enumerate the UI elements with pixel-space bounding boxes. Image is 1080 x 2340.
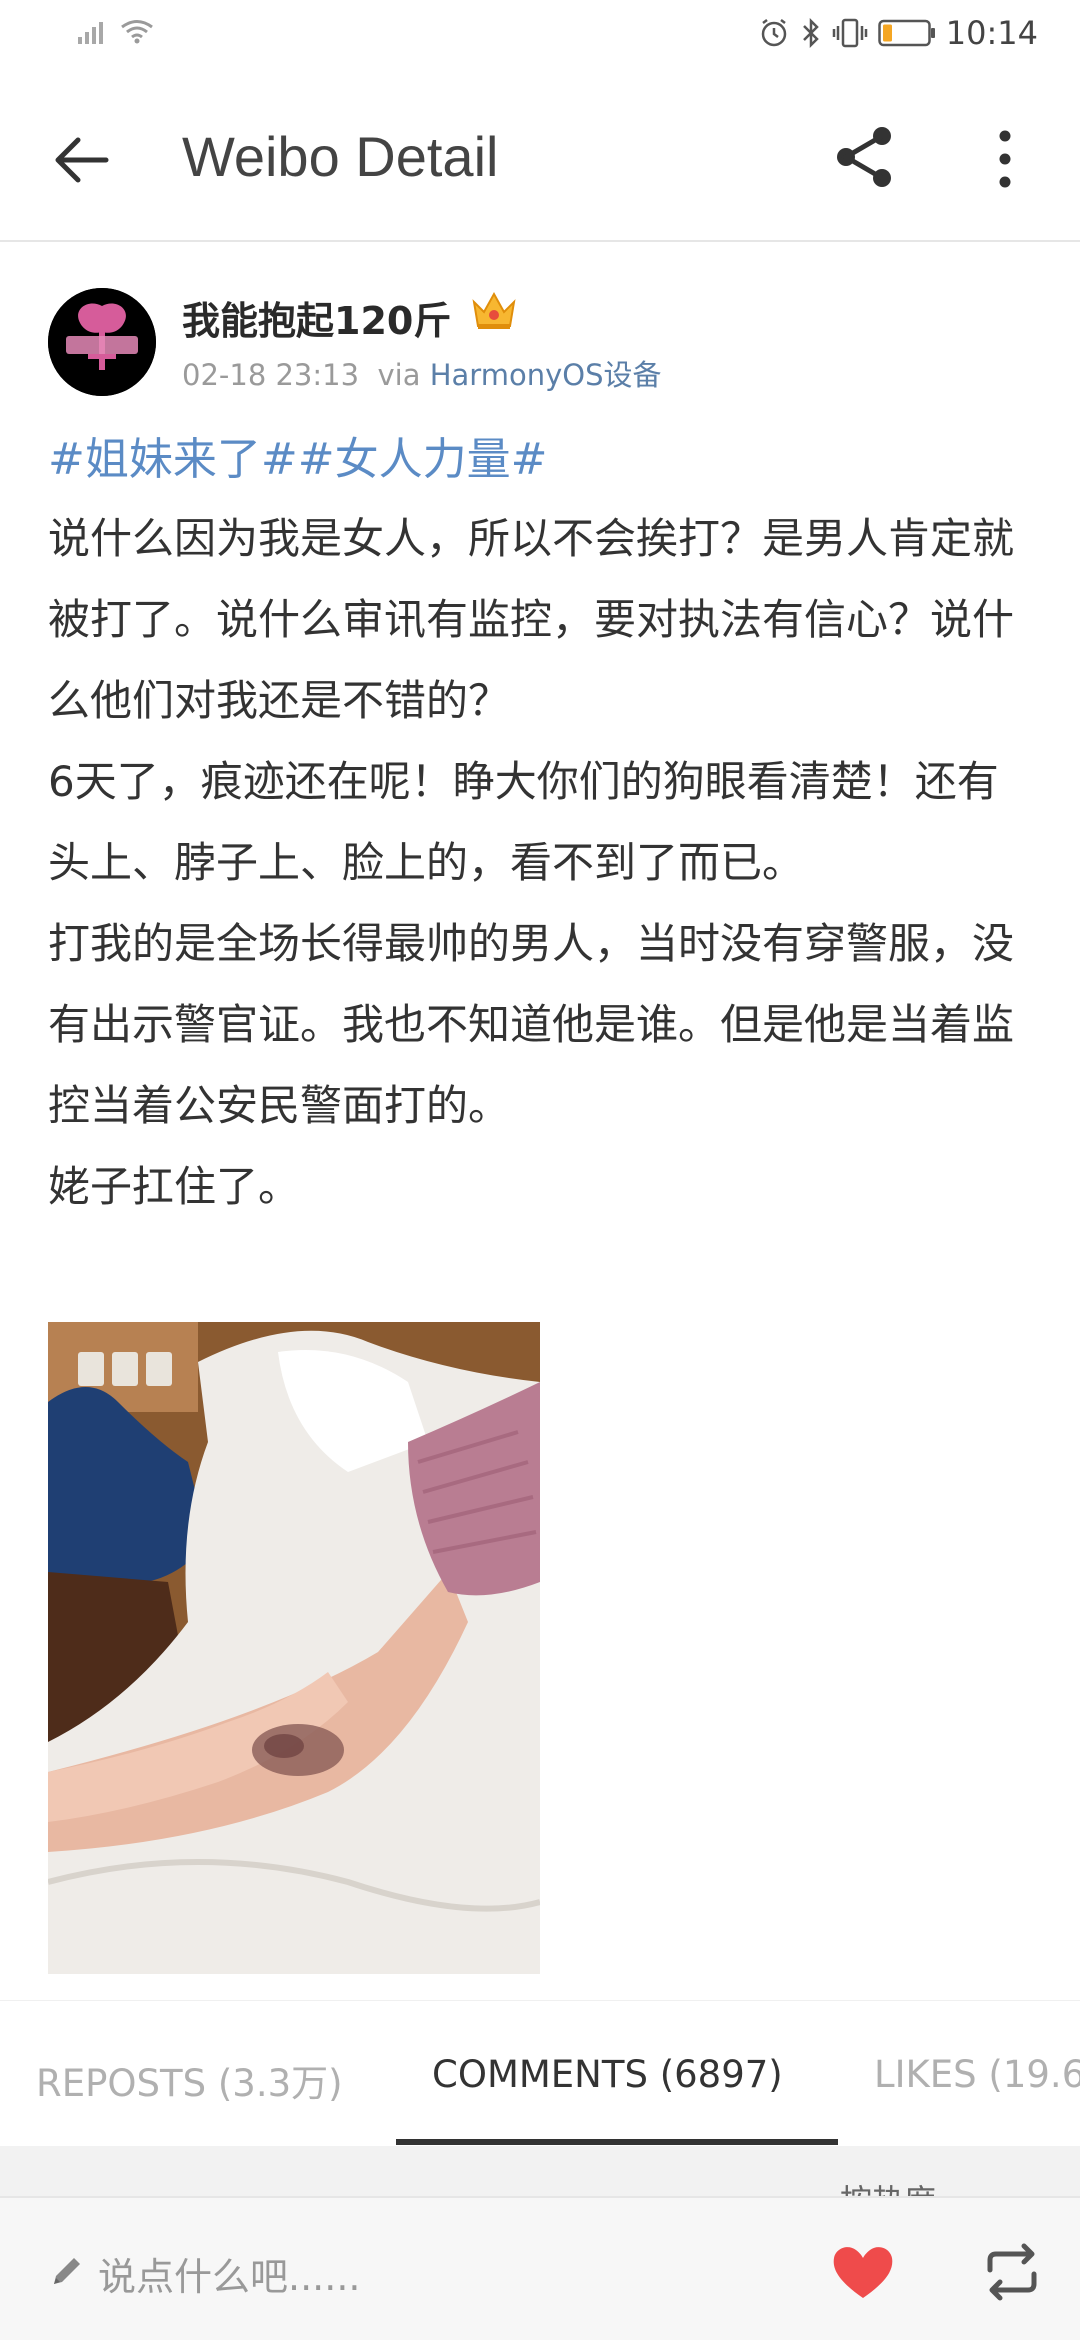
status-time: 10:14 — [945, 14, 1038, 52]
post-source[interactable]: HarmonyOS设备 — [430, 358, 662, 392]
post-paragraph: 6天了，痕迹还在呢！睁大你们的狗眼看清楚！还有头上、脖子上、脸上的，看不到了而已… — [48, 757, 999, 887]
post-paragraph: 姥子扛住了。 — [48, 1162, 301, 1211]
more-vertical-icon[interactable] — [990, 124, 1020, 194]
signal-icon — [78, 22, 103, 44]
post-meta: 02-18 23:13 via HarmonyOS设备 — [182, 352, 661, 394]
tab-likes[interactable]: LIKES (19.6 — [874, 2053, 1080, 2096]
status-left — [78, 18, 154, 44]
bottom-bar: 说点什么吧...... — [0, 2196, 1080, 2340]
back-arrow-icon[interactable] — [50, 128, 114, 192]
bluetooth-icon — [802, 17, 819, 49]
vibrate-icon — [832, 18, 868, 48]
page-title: Weibo Detail — [182, 125, 499, 188]
status-bar: 10:14 — [0, 0, 1080, 72]
tab-reposts[interactable]: REPOSTS (3.3万) — [36, 2053, 343, 2107]
via-label: via — [377, 358, 421, 392]
tab-comments[interactable]: COMMENTS (6897) — [432, 2053, 783, 2096]
wifi-icon — [121, 20, 153, 44]
comments-strip: 按热度 — [0, 2146, 1080, 2196]
post-header: 我能抱起120斤 02-18 23:13 via HarmonyOS设备 — [0, 242, 1080, 422]
post-body: #姐妹来了##女人力量# 说什么因为我是女人，所以不会挨打？是男人肯定就被打了。… — [48, 428, 1038, 1227]
post-paragraph: 说什么因为我是女人，所以不会挨打？是男人肯定就被打了。说什么审讯有监控，要对执法… — [48, 514, 1015, 725]
post-image[interactable] — [48, 1322, 540, 1974]
tab-bar: REPOSTS (3.3万) COMMENTS (6897) LIKES (19… — [0, 2000, 1080, 2146]
sort-toggle[interactable]: 按热度 — [840, 2176, 936, 2196]
repost-icon[interactable] — [982, 2242, 1042, 2302]
comment-input[interactable]: 说点什么吧...... — [98, 2246, 360, 2301]
alarm-icon — [761, 19, 787, 47]
heart-icon[interactable] — [830, 2242, 896, 2302]
battery-icon — [878, 19, 935, 47]
share-icon[interactable] — [830, 122, 900, 192]
tab-indicator — [396, 2139, 838, 2145]
pencil-icon — [54, 2258, 80, 2284]
avatar[interactable] — [48, 288, 156, 396]
post-hashtags[interactable]: #姐妹来了##女人力量# — [48, 428, 1038, 492]
status-right: 10:14 — [758, 14, 1038, 52]
post-paragraph: 打我的是全场长得最帅的男人，当时没有穿警服，没有出示警官证。我也不知道他是谁。但… — [48, 919, 1015, 1130]
post-timestamp: 02-18 23:13 — [182, 358, 360, 392]
username[interactable]: 我能抱起120斤 — [182, 290, 451, 345]
app-bar: Weibo Detail — [0, 72, 1080, 242]
crown-icon — [472, 291, 516, 329]
